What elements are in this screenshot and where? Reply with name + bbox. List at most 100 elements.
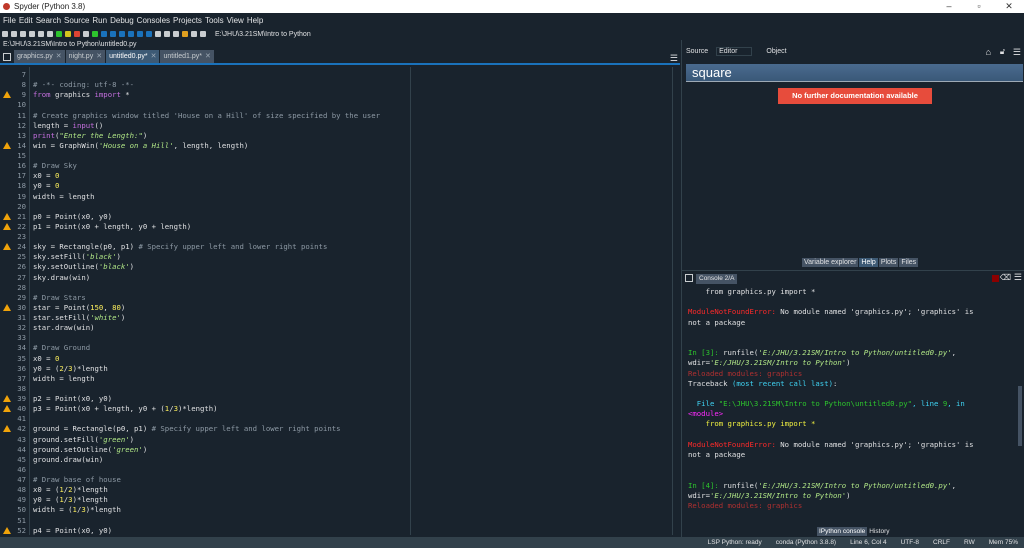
line-number: 20 (17, 201, 26, 211)
step-return-icon[interactable] (128, 31, 134, 37)
browse-tabs-icon[interactable] (685, 274, 693, 282)
menu-help[interactable]: Help (247, 16, 263, 25)
warning-icon[interactable] (3, 425, 11, 433)
run-selection-icon[interactable] (83, 31, 89, 37)
console-tab[interactable]: Console 2/A (696, 274, 738, 284)
options-menu-icon[interactable]: ☰ (1013, 45, 1021, 59)
menu-search[interactable]: Search (36, 16, 61, 25)
code-line: 30 star = Point(150, 80) (3, 302, 673, 313)
back-arrow-icon[interactable] (191, 31, 197, 37)
warning-icon[interactable] (3, 395, 11, 402)
code-token: ground.draw(win) (33, 454, 104, 464)
preferences-icon[interactable] (47, 31, 53, 37)
menu-source[interactable]: Source (64, 16, 89, 25)
console-token: <module> (688, 409, 724, 419)
menu-projects[interactable]: Projects (173, 16, 202, 25)
code-line: 22 p1 = Point(x0 + length, y0 + length) (3, 222, 673, 232)
menu-tools[interactable]: Tools (205, 16, 224, 25)
save-icon[interactable] (20, 31, 26, 37)
continue-icon[interactable] (137, 31, 143, 37)
help-toolbar: Source Editor Object ⌂ 🔓︎ ☰ (682, 45, 1024, 59)
close-tab-icon[interactable]: ✕ (96, 53, 102, 60)
ipython-console[interactable]: Console 2/A ⌫ ☰ from graphics.py import … (682, 270, 1024, 537)
run-icon[interactable] (56, 31, 62, 37)
code-editor[interactable]: 7 8 # -*- coding: utf-8 -*- 9 from graphics … (2, 67, 680, 535)
code-token: ) (120, 302, 126, 312)
code-area[interactable]: 7 8 # -*- coding: utf-8 -*- 9 from graphics … (3, 70, 673, 536)
menu-consoles[interactable]: Consoles (137, 16, 170, 25)
new-file-icon[interactable] (2, 31, 8, 37)
menu-edit[interactable]: Edit (19, 16, 33, 25)
close-tab-icon[interactable]: ✕ (205, 53, 211, 60)
tab-nightpy[interactable]: night.py ✕ (65, 50, 106, 63)
close-button[interactable]: ✕ (994, 0, 1024, 13)
window-title: Spyder (Python 3.8) (14, 2, 86, 11)
wrench-icon[interactable] (173, 31, 179, 37)
eraser-icon[interactable]: ⌫ (1000, 273, 1011, 282)
code-token: ) (129, 262, 135, 272)
tab-graphicspy[interactable]: graphics.py ✕ (14, 50, 65, 63)
line-number: 51 (17, 515, 26, 525)
menu-view[interactable]: View (227, 16, 244, 25)
source-select[interactable]: Editor (716, 47, 753, 56)
working-directory-field[interactable]: E:\JHU\3.21SM\Intro to Python (215, 31, 311, 38)
conda-env-status[interactable]: conda (Python 3.8.8) (776, 537, 836, 548)
line-number: 28 (17, 282, 26, 292)
restore-button[interactable]: ▫ (964, 0, 994, 13)
rerun-icon[interactable] (92, 31, 98, 37)
open-file-icon[interactable] (11, 31, 17, 37)
close-tab-icon[interactable]: ✕ (56, 53, 62, 60)
code-line: 32 star.draw(win) (17, 323, 673, 333)
save-all-icon[interactable] (29, 31, 35, 37)
warning-icon[interactable] (3, 526, 11, 534)
tab-help[interactable]: Help (859, 258, 878, 267)
forward-arrow-icon[interactable] (200, 31, 206, 37)
step-into-icon[interactable] (119, 31, 125, 37)
code-token: from (33, 90, 51, 100)
code-line: 21 p0 = Point(x0, y0) (3, 212, 673, 222)
warning-icon[interactable] (3, 243, 11, 251)
console-options-icon[interactable]: ☰ (1014, 272, 1022, 283)
close-tab-icon[interactable]: ✕ (151, 53, 157, 60)
tab-options-icon[interactable]: ☰ (670, 53, 678, 64)
line-number: 7 (21, 70, 26, 79)
run-cell-icon[interactable] (65, 31, 71, 37)
python-path-icon[interactable] (182, 31, 188, 37)
stop-debug-icon[interactable] (146, 31, 152, 37)
menu-debug[interactable]: Debug (110, 16, 134, 25)
editor-scrollbar[interactable] (672, 67, 680, 535)
tab-plots[interactable]: Plots (878, 258, 899, 267)
minimize-button[interactable]: – (934, 0, 964, 13)
menu-run[interactable]: Run (92, 16, 107, 25)
warning-icon[interactable] (3, 405, 11, 413)
browse-tabs-icon[interactable] (3, 53, 11, 61)
warning-icon[interactable] (3, 303, 11, 311)
step-icon[interactable] (110, 31, 116, 37)
tab-history[interactable]: History (867, 527, 892, 536)
unlock-icon[interactable]: 🔓︎ (1000, 45, 1005, 59)
debug-icon[interactable] (101, 31, 107, 37)
stop-kernel-icon[interactable] (992, 275, 999, 282)
code-token: )*length) (178, 404, 218, 414)
file-path: E:\JHU\3.21SM\Intro to Python\untitled0.… (0, 40, 680, 50)
tab-variable-explorer[interactable]: Variable explorer (802, 258, 859, 267)
warning-icon[interactable] (3, 222, 11, 230)
tab-untitled1py[interactable]: untitled1.py* ✕ (160, 50, 214, 63)
new-cell-icon[interactable] (38, 31, 44, 37)
warning-icon[interactable] (3, 212, 11, 220)
console-scrollbar[interactable] (1018, 386, 1022, 446)
tab-untitled0py[interactable]: untitled0.py* ✕ (106, 50, 160, 63)
run-cell-advance-icon[interactable] (74, 31, 80, 37)
warning-icon[interactable] (3, 91, 11, 99)
maximize-pane-icon[interactable] (155, 31, 161, 37)
home-icon[interactable]: ⌂ (986, 45, 991, 59)
code-line: 28 (17, 283, 673, 293)
tab-files[interactable]: Files (899, 258, 919, 267)
tab-ipython-console[interactable]: IPython console (817, 527, 868, 536)
menu-file[interactable]: File (3, 16, 16, 25)
warning-icon[interactable] (3, 141, 11, 149)
code-token: )*length (72, 495, 108, 505)
code-token: y0 = ( (33, 495, 60, 505)
line-number: 18 (17, 181, 26, 191)
close-x-icon[interactable] (164, 31, 170, 37)
